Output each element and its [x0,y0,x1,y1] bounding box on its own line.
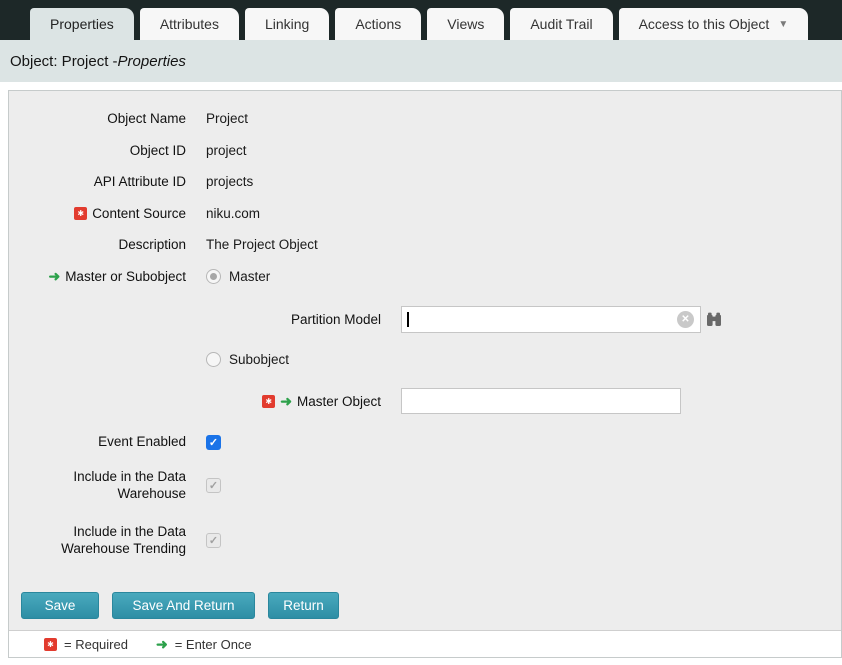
tab-access-to-this-object[interactable]: Access to this Object ▼ [619,8,809,40]
page-title-prefix: Object: Project - [10,53,118,70]
tab-label: Attributes [160,16,219,32]
tab-label: Access to this Object [639,16,770,32]
master-object-input[interactable] [401,388,681,414]
include-data-warehouse-checkbox: ✓ [206,478,221,493]
partition-model-input[interactable] [402,307,700,332]
description-label: Description [118,236,186,254]
row-event-enabled: Event Enabled ✓ [9,426,841,458]
object-name-label: Object Name [107,110,186,128]
row-master-object: ✱ ➜ Master Object [9,374,841,426]
partition-model-label: Partition Model [291,311,381,329]
tab-views[interactable]: Views [427,8,504,40]
content-source-value: niku.com [206,206,841,221]
master-radio [206,269,221,284]
tab-label: Actions [355,16,401,32]
tab-label: Audit Trail [530,16,592,32]
master-radio-label: Master [229,269,270,284]
include-data-warehouse-label: Include in the Data Warehouse [9,468,186,503]
row-api-attribute-id: API Attribute ID projects [9,166,841,198]
enter-once-icon: ➜ [48,270,60,283]
row-include-data-warehouse-trending: Include in the Data Warehouse Trending ✓ [9,513,841,568]
required-icon: ✱ [44,638,57,651]
master-or-subobject-label: Master or Subobject [65,268,186,286]
row-content-source: ✱ Content Source niku.com [9,198,841,230]
page-header: Object: Project - Properties [0,40,842,82]
enter-once-icon: ➜ [280,395,292,408]
include-data-warehouse-trending-label: Include in the Data Warehouse Trending [9,523,186,558]
legend-required-text: = Required [64,637,128,652]
content-frame: Object Name Project Object ID project AP… [8,90,842,658]
object-name-value: Project [206,111,841,126]
subobject-radio-label: Subobject [229,352,289,367]
enter-once-icon: ➜ [156,638,168,651]
tab-bar: Properties Attributes Linking Actions Vi… [0,0,842,40]
subobject-radio [206,352,221,367]
tab-label: Views [447,16,484,32]
page-title-section: Properties [118,53,186,70]
api-attribute-id-value: projects [206,174,841,189]
content-source-label: Content Source [92,205,186,223]
chevron-down-icon: ▼ [778,19,788,30]
legend-footer: ✱ = Required ➜ = Enter Once [9,631,841,657]
event-enabled-label: Event Enabled [98,433,186,451]
row-object-id: Object ID project [9,135,841,167]
return-button[interactable]: Return [268,592,339,619]
include-data-warehouse-trending-checkbox: ✓ [206,533,221,548]
row-include-data-warehouse: Include in the Data Warehouse ✓ [9,458,841,513]
partition-model-lookup: ✕ [401,306,722,333]
description-value: The Project Object [206,237,841,252]
api-attribute-id-label: API Attribute ID [94,173,186,191]
required-icon: ✱ [262,395,275,408]
row-object-name: Object Name Project [9,103,841,135]
tab-label: Properties [50,16,114,32]
row-master-or-subobject: ➜ Master or Subobject Master [9,261,841,293]
binoculars-icon[interactable] [706,312,722,327]
object-id-label: Object ID [130,142,186,160]
row-partition-model: Partition Model ✕ [9,292,841,345]
event-enabled-checkbox[interactable]: ✓ [206,435,221,450]
required-icon: ✱ [74,207,87,220]
properties-form: Object Name Project Object ID project AP… [9,91,841,631]
tab-audit-trail[interactable]: Audit Trail [510,8,612,40]
master-object-label: Master Object [297,393,381,411]
tab-actions[interactable]: Actions [335,8,421,40]
text-caret [407,312,409,327]
object-id-value: project [206,143,841,158]
save-button[interactable]: Save [21,592,99,619]
tab-properties[interactable]: Properties [30,8,134,40]
action-buttons: Save Save And Return Return [9,568,841,630]
tab-linking[interactable]: Linking [245,8,329,40]
legend-enter-once-text: = Enter Once [175,637,252,652]
partition-model-field-box: ✕ [401,306,701,333]
tab-label: Linking [265,16,309,32]
row-subobject: Subobject [9,345,841,374]
save-and-return-button[interactable]: Save And Return [112,592,255,619]
tab-attributes[interactable]: Attributes [140,8,239,40]
row-description: Description The Project Object [9,229,841,261]
